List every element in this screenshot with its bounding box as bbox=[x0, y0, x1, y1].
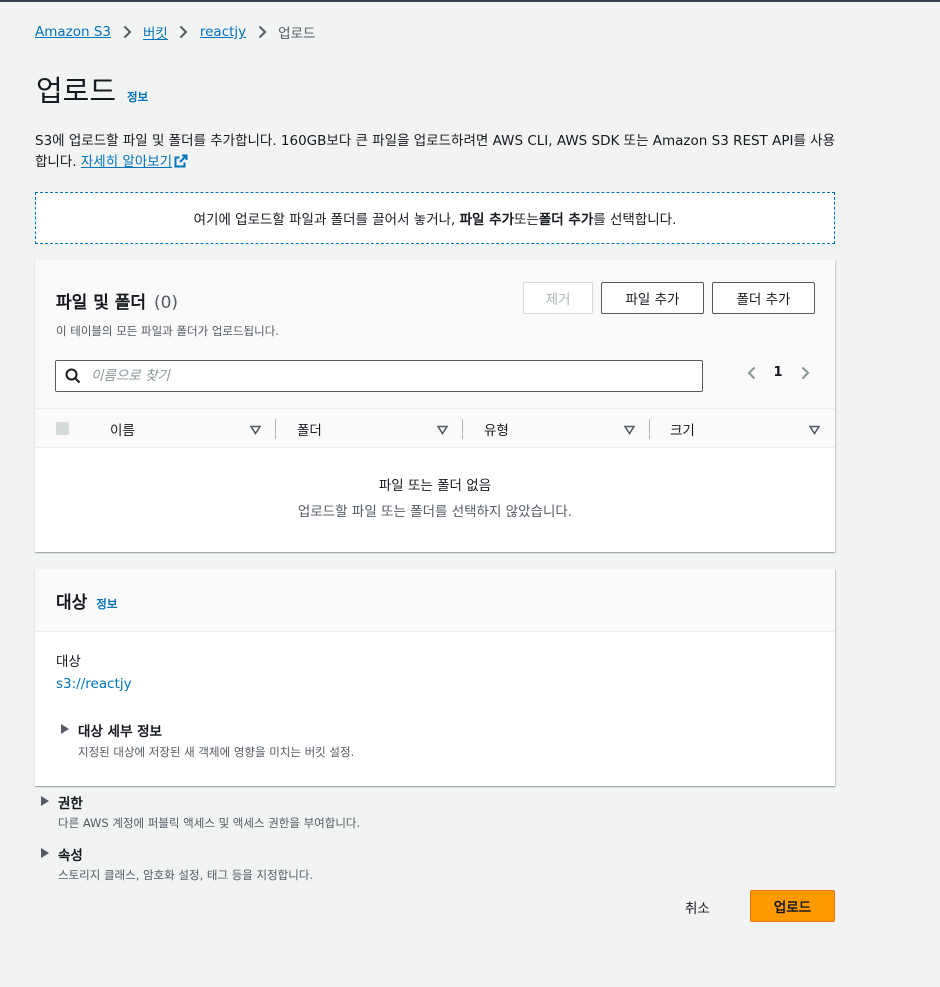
destination-details-sub: 지정된 대상에 저장된 새 객체에 영향을 미치는 버킷 설정. bbox=[78, 745, 355, 759]
select-all-checkbox[interactable] bbox=[56, 422, 69, 435]
page-header: 업로드 정보 bbox=[36, 68, 148, 110]
column-divider bbox=[462, 419, 463, 439]
sort-caret-icon bbox=[436, 423, 449, 439]
empty-state-subtitle: 업로드할 파일 또는 폴더를 선택하지 않았습니다. bbox=[297, 504, 573, 520]
chevron-right-icon bbox=[252, 24, 272, 40]
destination-info-link[interactable]: 정보 bbox=[96, 596, 117, 612]
dropzone-add-files: 파일 추가 bbox=[459, 212, 515, 228]
upload-button[interactable]: 업로드 bbox=[750, 890, 835, 922]
cancel-button[interactable]: 취소 bbox=[685, 897, 710, 917]
destination-label: 대상 bbox=[56, 654, 81, 670]
destination-header: 대상 정보 bbox=[35, 569, 835, 632]
column-type[interactable]: 유형 bbox=[484, 409, 639, 449]
files-title: 파일 및 폴더 (0) bbox=[56, 288, 178, 313]
column-folder[interactable]: 폴더 bbox=[297, 409, 452, 449]
remove-button[interactable]: 제거 bbox=[523, 282, 593, 314]
add-files-button[interactable]: 파일 추가 bbox=[601, 282, 704, 314]
destination-title-text: 대상 bbox=[56, 593, 88, 613]
files-count: (0) bbox=[153, 293, 179, 313]
properties-expander[interactable]: 속성 스토리지 클래스, 암호화 설정, 태그 등을 지정합니다. bbox=[41, 844, 313, 883]
permissions-expander[interactable]: 권한 다른 AWS 계정에 퍼블릭 액세스 및 액세스 권한을 부여합니다. bbox=[41, 792, 360, 831]
column-name[interactable]: 이름 bbox=[110, 409, 265, 449]
properties-label: 속성 bbox=[58, 848, 83, 864]
sort-caret-icon bbox=[249, 423, 262, 439]
chevron-right-icon[interactable] bbox=[794, 366, 816, 380]
dropzone-suffix: 를 선택합니다. bbox=[593, 212, 677, 228]
destination-details-expander[interactable]: 대상 세부 정보 지정된 대상에 저장된 새 객체에 영향을 미치는 버킷 설정… bbox=[61, 720, 354, 760]
files-title-text: 파일 및 폴더 bbox=[56, 293, 147, 313]
chevron-right-icon bbox=[117, 24, 137, 40]
page-description: S3에 업로드할 파일 및 폴더를 추가합니다. 160GB보다 큰 파일을 업… bbox=[35, 131, 845, 175]
upload-dropzone[interactable]: 여기에 업로드할 파일과 폴더를 끌어서 놓거나, 파일 추가 또는 폴더 추가… bbox=[35, 192, 835, 244]
search-input[interactable] bbox=[91, 368, 671, 384]
dropzone-prefix: 여기에 업로드할 파일과 폴더를 끌어서 놓거나, bbox=[193, 212, 456, 228]
table-header: 이름 폴더 유형 크기 bbox=[35, 408, 835, 448]
breadcrumb-amazon-s3[interactable]: Amazon S3 bbox=[35, 24, 111, 40]
chevron-right-icon bbox=[174, 24, 194, 40]
pagination: 1 bbox=[740, 365, 816, 380]
breadcrumb: Amazon S3 버킷 reactjy 업로드 bbox=[35, 22, 315, 42]
breadcrumb-bucket-name[interactable]: reactjy bbox=[200, 24, 246, 40]
files-panel: 파일 및 폴더 (0) 이 테이블의 모든 파일과 폴더가 업로드됩니다. 제거… bbox=[35, 260, 835, 552]
dropzone-or: 또는 bbox=[514, 212, 539, 228]
learn-more-link[interactable]: 자세히 알아보기 bbox=[81, 154, 172, 170]
destination-value-link[interactable]: s3://reactjy bbox=[56, 676, 132, 692]
top-border bbox=[0, 0, 940, 2]
destination-details-label: 대상 세부 정보 bbox=[78, 724, 162, 740]
column-folder-label: 폴더 bbox=[297, 423, 322, 439]
destination-title: 대상 정보 bbox=[56, 588, 117, 613]
permissions-label: 권한 bbox=[58, 796, 83, 812]
column-size-label: 크기 bbox=[670, 423, 695, 439]
caret-right-icon bbox=[61, 724, 69, 734]
properties-sub: 스토리지 클래스, 암호화 설정, 태그 등을 지정합니다. bbox=[58, 868, 314, 882]
info-link[interactable]: 정보 bbox=[127, 89, 148, 105]
dropzone-add-folder: 폴더 추가 bbox=[538, 212, 594, 228]
external-link-icon bbox=[174, 154, 188, 175]
column-divider bbox=[275, 419, 276, 439]
files-subtitle: 이 테이블의 모든 파일과 폴더가 업로드됩니다. bbox=[56, 324, 279, 338]
search-icon bbox=[65, 368, 81, 384]
sort-caret-icon bbox=[808, 423, 821, 439]
search-box bbox=[55, 360, 703, 392]
caret-right-icon bbox=[41, 848, 49, 858]
destination-panel: 대상 정보 대상 s3://reactjy 대상 세부 정보 지정된 대상에 저… bbox=[35, 569, 835, 786]
page-number[interactable]: 1 bbox=[768, 365, 788, 380]
breadcrumb-current: 업로드 bbox=[278, 26, 316, 42]
sort-caret-icon bbox=[623, 423, 636, 439]
column-name-label: 이름 bbox=[110, 423, 135, 439]
empty-state-title: 파일 또는 폴더 없음 bbox=[378, 478, 492, 494]
permissions-sub: 다른 AWS 계정에 퍼블릭 액세스 및 액세스 권한을 부여합니다. bbox=[58, 816, 361, 830]
chevron-left-icon[interactable] bbox=[740, 366, 762, 380]
caret-right-icon bbox=[41, 796, 49, 806]
column-type-label: 유형 bbox=[484, 423, 509, 439]
add-folder-button[interactable]: 폴더 추가 bbox=[712, 282, 815, 314]
breadcrumb-buckets[interactable]: 버킷 bbox=[143, 22, 168, 42]
column-size[interactable]: 크기 bbox=[670, 409, 825, 449]
column-divider bbox=[649, 419, 650, 439]
page-title: 업로드 bbox=[36, 74, 117, 108]
